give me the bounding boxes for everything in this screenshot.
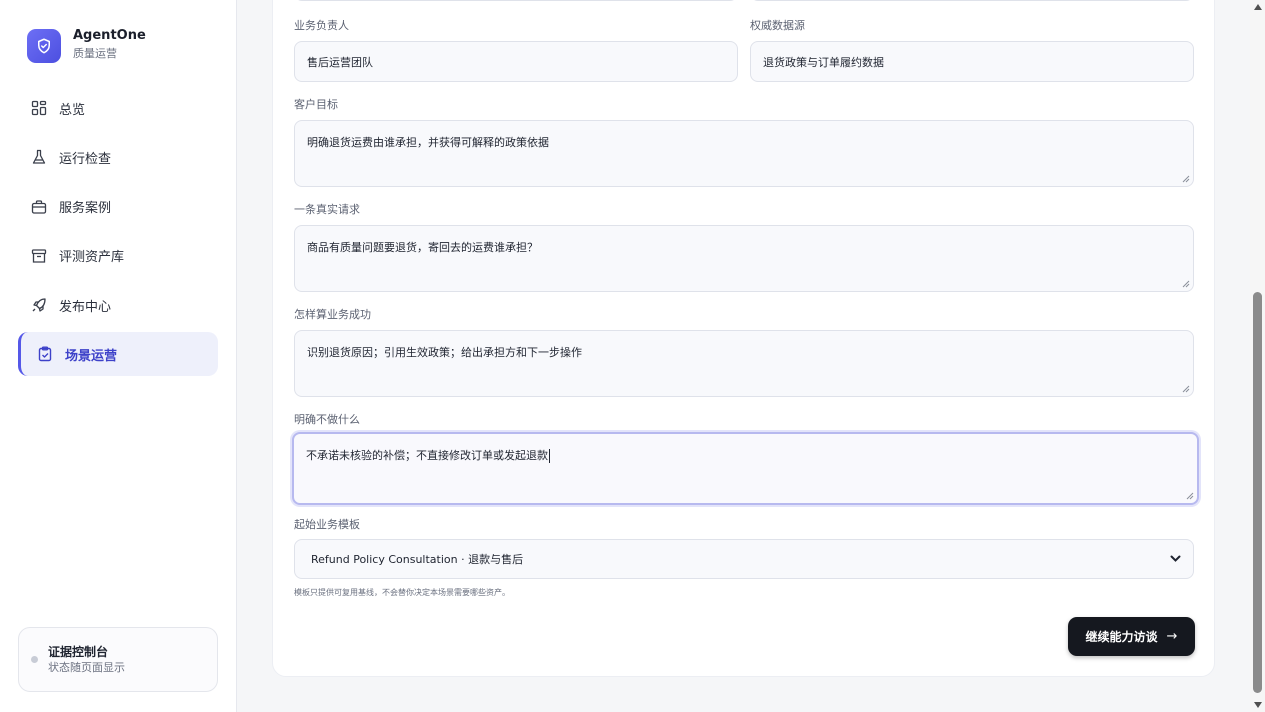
brand[interactable]: AgentOne 质量运营 (27, 28, 146, 63)
status-dot (31, 656, 38, 663)
sidebar-item-service-cases[interactable]: 服务案例 (18, 185, 218, 229)
not-do-textarea[interactable]: 不承诺未核验的补偿；不直接修改订单或发起退款 (292, 432, 1199, 505)
owner-input[interactable]: 售后运营团队 (294, 41, 738, 82)
grid-icon (30, 99, 48, 117)
sidebar-item-label: 运行检查 (59, 151, 112, 167)
source-input[interactable]: 退货政策与订单履约数据 (750, 41, 1194, 82)
sidebar-item-scenario-ops[interactable]: 场景运营 (18, 332, 218, 377)
resize-grip-icon[interactable] (1182, 175, 1190, 183)
resize-grip-icon[interactable] (1182, 385, 1190, 393)
continue-interview-button[interactable]: 继续能力访谈 → (1068, 617, 1195, 656)
source-value: 退货政策与订单履约数据 (763, 55, 884, 69)
previous-field-input-2[interactable] (750, 0, 1194, 1)
clipboard-check-icon (36, 345, 54, 363)
sidebar-item-run-check[interactable]: 运行检查 (18, 135, 218, 179)
goal-label: 客户目标 (294, 98, 338, 111)
request-textarea[interactable]: 商品有质量问题要退货，寄回去的运费谁承担？ (294, 225, 1194, 292)
sidebar-item-asset-library[interactable]: 评测资产库 (18, 234, 218, 278)
brand-name: AgentOne (73, 28, 146, 43)
console-title: 证据控制台 (48, 644, 109, 659)
previous-field-input[interactable] (294, 0, 738, 1)
template-value: Refund Policy Consultation · 退款与售后 (311, 553, 524, 566)
template-select[interactable]: Refund Policy Consultation · 退款与售后 (294, 539, 1194, 579)
console-subtitle: 状态随页面显示 (48, 660, 125, 674)
evidence-console[interactable]: 证据控制台 状态随页面显示 (18, 627, 218, 692)
sidebar-item-label: 评测资产库 (59, 250, 125, 266)
resize-grip-icon[interactable] (1182, 280, 1190, 288)
rocket-icon (30, 296, 48, 314)
goal-value: 明确退货运费由谁承担，并获得可解释的政策依据 (307, 136, 549, 149)
owner-label: 业务负责人 (294, 19, 349, 32)
scenario-form-card: 业务负责人 售后运营团队 权威数据源 退货政策与订单履约数据 客户目标 明确退货… (272, 0, 1215, 677)
archive-icon (30, 247, 48, 265)
flask-icon (30, 148, 48, 166)
sidebar-item-label: 总览 (59, 102, 86, 118)
briefcase-icon (30, 198, 48, 216)
shield-check-icon (27, 29, 61, 63)
owner-value: 售后运营团队 (307, 55, 373, 69)
sidebar-nav: 总览 运行检查 服务案例 评测资产库 发布中心 场景运营 (18, 86, 218, 382)
scroll-up-icon[interactable] (1254, 4, 1262, 10)
not-do-value: 不承诺未核验的补偿；不直接修改订单或发起退款 (306, 449, 548, 462)
resize-grip-icon[interactable] (1186, 492, 1194, 500)
sidebar-item-overview[interactable]: 总览 (18, 86, 218, 130)
template-label: 起始业务模板 (294, 518, 360, 531)
success-label: 怎样算业务成功 (294, 308, 371, 321)
success-textarea[interactable]: 识别退货原因；引用生效政策；给出承担方和下一步操作 (294, 330, 1194, 397)
scroll-thumb[interactable] (1253, 292, 1262, 693)
sidebar-item-label: 场景运营 (65, 348, 118, 364)
chevron-down-icon (1170, 553, 1181, 566)
not-do-label: 明确不做什么 (294, 413, 360, 426)
brand-subtitle: 质量运营 (73, 47, 117, 60)
sidebar-item-label: 服务案例 (59, 201, 112, 217)
source-label: 权威数据源 (750, 19, 805, 32)
text-caret (549, 449, 550, 463)
template-hint: 模板只提供可复用基线，不会替你决定本场景需要哪些资产。 (294, 588, 510, 597)
sidebar-item-label: 发布中心 (59, 299, 112, 315)
success-value: 识别退货原因；引用生效政策；给出承担方和下一步操作 (307, 346, 582, 359)
scroll-down-icon[interactable] (1254, 702, 1262, 708)
continue-label: 继续能力访谈 (1085, 630, 1158, 644)
sidebar-item-release-center[interactable]: 发布中心 (18, 283, 218, 327)
page-scrollbar[interactable] (1250, 0, 1265, 712)
arrow-right-icon: → (1166, 629, 1178, 644)
request-value: 商品有质量问题要退货，寄回去的运费谁承担？ (307, 241, 538, 254)
request-label: 一条真实请求 (294, 203, 360, 216)
sidebar: AgentOne 质量运营 总览 运行检查 服务案例 评测资产库 发布中心 场景… (0, 0, 237, 712)
goal-textarea[interactable]: 明确退货运费由谁承担，并获得可解释的政策依据 (294, 120, 1194, 187)
